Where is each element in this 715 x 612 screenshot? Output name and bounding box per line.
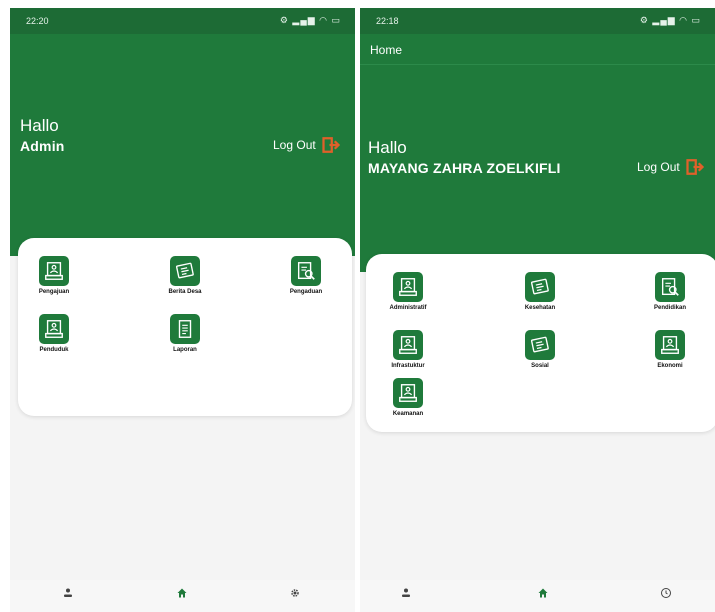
menu-item-infrastuktur[interactable]: Infrastuktur (372, 330, 444, 369)
menu-item-penduduk[interactable]: Penduduk (18, 314, 90, 353)
user-name: MAYANG ZAHRA ZOELKIFLI (368, 160, 561, 176)
menu-item-kesehatan[interactable]: Kesehatan (504, 272, 576, 311)
newspaper-icon (170, 256, 200, 286)
form-icon (393, 378, 423, 408)
nav-home[interactable] (152, 586, 212, 604)
bottom-navigation (10, 580, 355, 612)
greeting-text: Hallo (368, 138, 407, 157)
form-icon (39, 314, 69, 344)
menu-label: Penduduk (39, 347, 69, 353)
menu-label: Infrastuktur (391, 363, 425, 369)
form-icon (39, 256, 69, 286)
status-bar: 22:20 ⚙ ▂▄▆ ◠ ▭ (10, 8, 355, 34)
menu-item-administratif[interactable]: Administratif (372, 272, 444, 311)
form-icon (393, 330, 423, 360)
status-icons: ⚙ ▂▄▆ ◠ ▭ (639, 15, 701, 25)
user-name: Admin (20, 138, 65, 154)
menu-label: Sosial (531, 363, 549, 369)
header-banner (360, 34, 715, 272)
greeting-text: Hallo (20, 116, 59, 135)
status-time: 22:18 (376, 16, 399, 26)
logout-button[interactable]: Log Out (273, 136, 340, 154)
document-icon (170, 314, 200, 344)
menu-label: Pengajuan (38, 289, 70, 295)
report-icon (291, 256, 321, 286)
menu-item-pendidikan[interactable]: Pendidikan (634, 272, 706, 311)
app-bar: Home (360, 34, 715, 65)
bottom-navigation (360, 580, 715, 612)
menu-label: Pengaduan (289, 289, 323, 295)
newspaper-icon (525, 330, 555, 360)
menu-label: Laporan (173, 347, 197, 353)
menu-label: Keamanan (392, 411, 424, 417)
person-icon (64, 588, 72, 597)
clock-icon (661, 588, 671, 598)
menu-item-berita-desa[interactable]: Berita Desa (149, 256, 221, 295)
logout-icon (686, 159, 704, 175)
menu-item-laporan[interactable]: Laporan (149, 314, 221, 353)
newspaper-icon (525, 272, 555, 302)
nav-settings[interactable] (265, 586, 325, 604)
person-icon (402, 588, 410, 597)
menu-label: Pendidikan (653, 305, 686, 311)
app-bar-title: Home (370, 43, 403, 57)
home-icon (177, 588, 187, 598)
menu-card: Pengajuan Berita Desa Pengaduan Penduduk… (18, 238, 352, 416)
logout-button[interactable]: Log Out (637, 158, 704, 176)
menu-item-pengajuan[interactable]: Pengajuan (18, 256, 90, 295)
menu-label: Ekonomi (657, 363, 683, 369)
report-icon (655, 272, 685, 302)
logout-label: Log Out (637, 160, 680, 174)
menu-card: Administratif Kesehatan Pendidikan Infra… (366, 254, 715, 432)
nav-profile[interactable] (376, 586, 436, 604)
menu-item-pengaduan[interactable]: Pengaduan (270, 256, 342, 295)
nav-history[interactable] (636, 586, 696, 604)
admin-home-screen: 22:20 ⚙ ▂▄▆ ◠ ▭ Hallo Admin Log Out Peng… (10, 8, 355, 612)
logout-icon (322, 137, 340, 153)
form-icon (393, 272, 423, 302)
status-bar: 22:18 ⚙ ▂▄▆ ◠ ▭ (360, 8, 715, 34)
gear-icon (291, 589, 299, 597)
user-home-screen: 22:18 ⚙ ▂▄▆ ◠ ▭ Home Hallo MAYANG ZAHRA … (360, 8, 715, 612)
menu-item-sosial[interactable]: Sosial (504, 330, 576, 369)
form-icon (655, 330, 685, 360)
menu-label: Kesehatan (524, 305, 556, 311)
menu-label: Berita Desa (168, 289, 202, 295)
menu-item-keamanan[interactable]: Keamanan (372, 378, 444, 417)
home-icon (538, 588, 548, 598)
logout-label: Log Out (273, 138, 316, 152)
status-icons: ⚙ ▂▄▆ ◠ ▭ (279, 15, 341, 25)
menu-label: Administratif (389, 305, 427, 311)
status-time: 22:20 (26, 16, 49, 26)
nav-home[interactable] (513, 586, 573, 604)
menu-item-ekonomi[interactable]: Ekonomi (634, 330, 706, 369)
nav-profile[interactable] (38, 586, 98, 604)
